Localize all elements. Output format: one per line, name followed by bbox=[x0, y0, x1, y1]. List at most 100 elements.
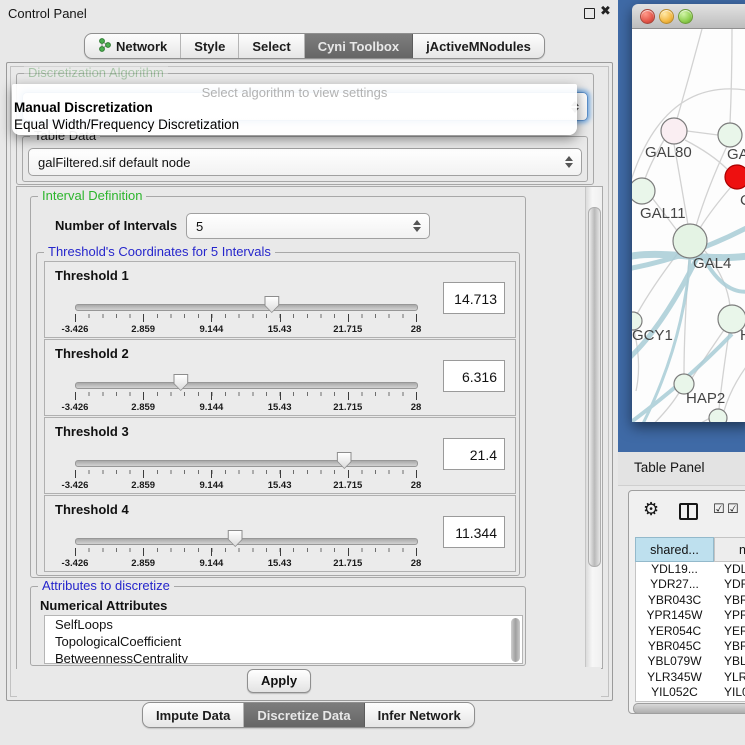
table-row[interactable]: YBR045CYBR0 bbox=[635, 639, 745, 654]
tick-label: -3.426 bbox=[62, 324, 89, 335]
tab-infer-network[interactable]: Infer Network bbox=[365, 703, 474, 727]
algorithm-dropdown-popup: Select algorithm to view settings Manual… bbox=[12, 84, 577, 135]
window-minimize-icon[interactable] bbox=[659, 9, 674, 24]
threshold-3-slider[interactable]: -3.426 2.859 9.144 15.43 21.715 28 bbox=[75, 452, 416, 492]
node-label: GAL80 bbox=[645, 144, 692, 161]
thresholds-group-title: Threshold's Coordinates for 5 Intervals bbox=[44, 244, 275, 259]
cell[interactable]: YBR045C bbox=[635, 639, 714, 654]
cell[interactable]: YLR3 bbox=[714, 670, 745, 685]
tab-network[interactable]: Network bbox=[85, 34, 181, 58]
dropdown-item-equal-width-frequency[interactable]: Equal Width/Frequency Discretization bbox=[14, 117, 239, 132]
tab-cyni-toolbox[interactable]: Cyni Toolbox bbox=[305, 34, 413, 58]
close-icon[interactable]: ✖ bbox=[600, 3, 611, 19]
cell[interactable]: YIL0 bbox=[714, 685, 745, 700]
list-item[interactable]: TopologicalCoefficient bbox=[45, 633, 522, 650]
threshold-3-panel: Threshold 3 -3.426 2.859 9.144 15.43 21.… bbox=[44, 417, 516, 494]
table-row[interactable]: YDL19...YDL1 bbox=[635, 562, 745, 577]
network-window-titlebar[interactable] bbox=[632, 4, 745, 29]
split-columns-icon[interactable] bbox=[679, 503, 698, 520]
node-label: C bbox=[740, 192, 745, 209]
cell[interactable]: YLR345W bbox=[635, 670, 714, 685]
network-canvas[interactable]: GAL80 GA C GAL11 GAL4 GCY1 H HAP2 bbox=[632, 29, 745, 422]
cell[interactable]: YBL079W bbox=[635, 654, 714, 669]
slider-track[interactable] bbox=[75, 304, 418, 311]
tick bbox=[211, 314, 212, 322]
table-data-combobox-value: galFiltered.sif default node bbox=[29, 155, 561, 170]
network-node-gal4[interactable] bbox=[673, 224, 707, 258]
float-window-icon[interactable] bbox=[584, 8, 595, 19]
cell[interactable]: YPR145W bbox=[635, 608, 714, 623]
cell[interactable]: YDR27... bbox=[635, 577, 714, 592]
apply-button[interactable]: Apply bbox=[247, 669, 311, 693]
table-row[interactable]: YIL052CYIL0 bbox=[635, 685, 745, 700]
vertical-scrollbar[interactable] bbox=[585, 187, 602, 668]
tick bbox=[416, 548, 417, 556]
stepper-icon bbox=[409, 220, 429, 232]
threshold-2-slider[interactable]: -3.426 2.859 9.144 15.43 21.715 28 bbox=[75, 374, 416, 414]
list-item[interactable]: SelfLoops bbox=[45, 616, 522, 633]
cell[interactable]: YBR0 bbox=[714, 639, 745, 654]
gear-icon[interactable]: ⚙ bbox=[643, 499, 659, 520]
tab-select[interactable]: Select bbox=[239, 34, 304, 58]
table-row[interactable]: YDR27...YDR2 bbox=[635, 577, 745, 592]
tab-impute-data[interactable]: Impute Data bbox=[143, 703, 244, 727]
network-node-gal80[interactable] bbox=[661, 118, 687, 144]
threshold-4-slider[interactable]: -3.426 2.859 9.144 15.43 21.715 28 bbox=[75, 530, 416, 570]
slider-track[interactable] bbox=[75, 460, 418, 467]
tab-style[interactable]: Style bbox=[181, 34, 239, 58]
threshold-1-label: Threshold 1 bbox=[55, 268, 129, 283]
tick-label: 2.859 bbox=[131, 558, 155, 569]
tick bbox=[75, 314, 76, 322]
slider-track[interactable] bbox=[75, 538, 418, 545]
window-close-icon[interactable] bbox=[640, 9, 655, 24]
window-zoom-icon[interactable] bbox=[678, 9, 693, 24]
numerical-attributes-list[interactable]: SelfLoops TopologicalCoefficient Between… bbox=[44, 615, 523, 664]
cell[interactable]: YDL1 bbox=[714, 562, 745, 577]
cell[interactable]: YDR2 bbox=[714, 577, 745, 592]
tick bbox=[416, 314, 417, 322]
network-node-partial[interactable] bbox=[709, 409, 727, 422]
cell[interactable]: YBL0 bbox=[714, 654, 745, 669]
horizontal-scrollbar-thumb[interactable] bbox=[633, 703, 745, 714]
cell[interactable]: YIL052C bbox=[635, 685, 714, 700]
network-graph: GAL80 GA C GAL11 GAL4 GCY1 H HAP2 bbox=[632, 29, 745, 422]
cell[interactable]: YBR043C bbox=[635, 593, 714, 608]
number-of-intervals-label: Number of Intervals bbox=[55, 218, 177, 233]
cell[interactable]: YER054C bbox=[635, 624, 714, 639]
table-row[interactable]: YPR145WYPR1 bbox=[635, 608, 745, 623]
vertical-scrollbar-thumb[interactable] bbox=[588, 207, 601, 567]
threshold-1-slider[interactable]: -3.426 2.859 9.144 15.43 21.715 28 bbox=[75, 296, 416, 336]
threshold-3-value[interactable]: 21.4 bbox=[443, 438, 505, 470]
checkbox-icon[interactable]: ☑ bbox=[727, 501, 739, 517]
table-row[interactable]: YLR345WYLR3 bbox=[635, 670, 745, 685]
network-node-selected-red[interactable] bbox=[725, 165, 745, 189]
table-row[interactable]: YBR043CYBR0 bbox=[635, 593, 745, 608]
network-node-ga[interactable] bbox=[718, 123, 742, 147]
tick-label: 21.715 bbox=[333, 558, 362, 569]
interval-definition-title: Interval Definition bbox=[38, 188, 146, 203]
table-row[interactable]: YBL079WYBL0 bbox=[635, 654, 745, 669]
threshold-2-value[interactable]: 6.316 bbox=[443, 360, 505, 392]
list-item[interactable]: BetweennessCentrality bbox=[45, 650, 522, 664]
tab-jactivemnodules[interactable]: jActiveMNodules bbox=[413, 34, 544, 58]
table-data-combobox[interactable]: galFiltered.sif default node bbox=[28, 148, 582, 176]
slider-track[interactable] bbox=[75, 382, 418, 389]
number-of-intervals-value: 5 bbox=[187, 219, 409, 234]
cell[interactable]: YER0 bbox=[714, 624, 745, 639]
threshold-1-value[interactable]: 14.713 bbox=[443, 282, 505, 314]
network-node-gal11[interactable] bbox=[632, 178, 655, 204]
column-header-shared-name[interactable]: shared... bbox=[635, 537, 714, 562]
checkbox-icon[interactable]: ☑ bbox=[713, 501, 725, 517]
number-of-intervals-combobox[interactable]: 5 bbox=[186, 213, 430, 239]
cell[interactable]: YDL19... bbox=[635, 562, 714, 577]
cell[interactable]: YBR0 bbox=[714, 593, 745, 608]
dropdown-item-manual-discretization[interactable]: Manual Discretization bbox=[14, 100, 153, 115]
top-tab-bar: Network Style Select Cyni Toolbox jActiv… bbox=[84, 33, 545, 59]
cell[interactable]: YPR1 bbox=[714, 608, 745, 623]
list-scrollbar-thumb[interactable] bbox=[511, 618, 520, 662]
threshold-4-value[interactable]: 11.344 bbox=[443, 516, 505, 548]
network-view-window[interactable]: GAL80 GA C GAL11 GAL4 GCY1 H HAP2 bbox=[632, 4, 745, 422]
tab-discretize-data[interactable]: Discretize Data bbox=[244, 703, 364, 727]
table-row[interactable]: YER054CYER0 bbox=[635, 624, 745, 639]
column-header-name[interactable]: n bbox=[714, 537, 745, 562]
